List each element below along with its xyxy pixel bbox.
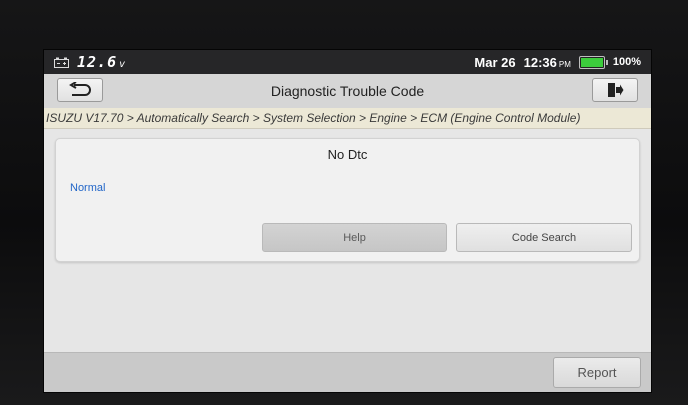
exit-button[interactable] [592,78,638,102]
status-time: 12:36 PM [524,55,571,70]
battery-percent: 100% [612,56,641,68]
back-arrow-icon [69,82,91,96]
battery-fill [580,57,603,67]
back-button[interactable] [57,78,103,102]
status-left: 12.6 v [54,53,126,71]
time-ampm: PM [558,59,571,69]
voltage-readout: 12.6 v [77,53,126,71]
voltage-value: 12.6 [77,53,118,71]
vehicle-battery-icon [54,57,69,68]
breadcrumb: ISUZU V17.70 > Automatically Search > Sy… [44,108,651,129]
title-bar: Diagnostic Trouble Code [44,74,651,109]
device-screen: 12.6 v Mar 26 12:36 PM 100% Diagnostic Tro… [44,50,651,392]
exit-door-icon [608,83,624,97]
report-button[interactable]: Report [553,357,641,388]
status-right: Mar 26 12:36 PM 100% [474,53,641,71]
battery-tip [605,59,608,65]
battery-icon [578,55,608,69]
dtc-result-title: No Dtc [327,147,368,162]
bottom-bar: Report [44,352,651,392]
voltage-unit: v [119,59,127,70]
status-bar: 12.6 v Mar 26 12:36 PM 100% [44,50,651,74]
system-status-text: Normal [70,182,106,194]
page-title: Diagnostic Trouble Code [270,83,425,99]
status-date: Mar 26 [474,54,516,70]
code-search-button[interactable]: Code Search [456,223,632,252]
help-button[interactable]: Help [262,223,447,252]
time-value: 12:36 [523,54,557,70]
dtc-panel: No Dtc Normal Help Code Search [55,138,640,262]
